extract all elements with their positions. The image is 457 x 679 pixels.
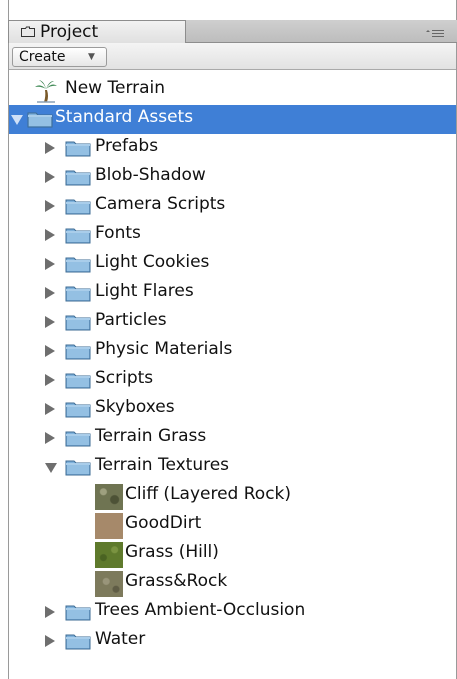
- texture-thumbnail-icon: [95, 513, 123, 539]
- tree-item-label: Light Cookies: [95, 252, 210, 272]
- folder-icon: [21, 26, 35, 37]
- texture-thumbnail-icon: [95, 542, 123, 568]
- folder-icon: [65, 313, 91, 331]
- folder-row[interactable]: Trees Ambient-Occlusion: [9, 598, 456, 627]
- collapsed-arrow-icon[interactable]: [45, 200, 55, 212]
- tree-item-label: Grass&Rock: [125, 571, 228, 591]
- folder-icon: [65, 400, 91, 418]
- chevron-down-icon: ▼: [88, 52, 95, 62]
- folder-row[interactable]: Standard Assets: [9, 105, 456, 134]
- folder-row[interactable]: Skyboxes: [9, 395, 456, 424]
- asset-row[interactable]: Cliff (Layered Rock): [9, 482, 456, 511]
- tree-item-label: Cliff (Layered Rock): [125, 484, 292, 504]
- expanded-arrow-icon[interactable]: [45, 463, 57, 473]
- folder-icon: [65, 284, 91, 302]
- create-button-label: Create: [19, 49, 66, 65]
- tree-item-label: Blob-Shadow: [95, 165, 206, 185]
- tree-item-label: Physic Materials: [95, 339, 233, 359]
- tree-item-label: Prefabs: [95, 136, 159, 156]
- tree-item-label: Terrain Textures: [95, 455, 230, 475]
- folder-icon: [65, 255, 91, 273]
- tree-item-label: Fonts: [95, 223, 141, 243]
- folder-icon: [27, 110, 53, 128]
- tree-item-label: Camera Scripts: [95, 194, 226, 214]
- asset-row[interactable]: Grass&Rock: [9, 569, 456, 598]
- texture-thumbnail-icon: [95, 484, 123, 510]
- folder-row[interactable]: Blob-Shadow: [9, 163, 456, 192]
- collapsed-arrow-icon[interactable]: [45, 374, 55, 386]
- tree-item-label: Scripts: [95, 368, 154, 388]
- tree-item-label: Standard Assets: [55, 107, 194, 127]
- collapsed-arrow-icon[interactable]: [45, 171, 55, 183]
- tree-item-label: New Terrain: [65, 78, 166, 98]
- folder-row[interactable]: Particles: [9, 308, 456, 337]
- folder-row[interactable]: Water: [9, 627, 456, 656]
- panel-menu-icon[interactable]: [426, 29, 444, 37]
- tree-item-label: GoodDirt: [125, 513, 202, 533]
- folder-row[interactable]: Terrain Textures: [9, 453, 456, 482]
- folder-icon: [65, 226, 91, 244]
- asset-row[interactable]: Grass (Hill): [9, 540, 456, 569]
- folder-icon: [65, 429, 91, 447]
- collapsed-arrow-icon[interactable]: [45, 142, 55, 154]
- tree-item-label: Water: [95, 629, 146, 649]
- tree-item-label: Grass (Hill): [125, 542, 219, 562]
- collapsed-arrow-icon[interactable]: [45, 432, 55, 444]
- folder-icon: [65, 632, 91, 650]
- tab-label: Project: [40, 22, 99, 42]
- tree-item-label: Skyboxes: [95, 397, 175, 417]
- folder-row[interactable]: Light Flares: [9, 279, 456, 308]
- collapsed-arrow-icon[interactable]: [45, 345, 55, 357]
- folder-row[interactable]: Camera Scripts: [9, 192, 456, 221]
- folder-row[interactable]: Physic Materials: [9, 337, 456, 366]
- folder-icon: [65, 371, 91, 389]
- collapsed-arrow-icon[interactable]: [45, 606, 55, 618]
- folder-row[interactable]: Terrain Grass: [9, 424, 456, 453]
- collapsed-arrow-icon[interactable]: [45, 635, 55, 647]
- folder-icon: [65, 603, 91, 621]
- collapsed-arrow-icon[interactable]: [45, 316, 55, 328]
- collapsed-arrow-icon[interactable]: [45, 229, 55, 241]
- texture-thumbnail-icon: [95, 571, 123, 597]
- create-button[interactable]: Create ▼: [12, 47, 107, 67]
- tree-item-label: Terrain Grass: [95, 426, 207, 446]
- tree-item-label: Light Flares: [95, 281, 194, 301]
- project-panel: Project Create ▼ New Terrain Standard Ass…: [0, 0, 457, 679]
- collapsed-arrow-icon[interactable]: [45, 258, 55, 270]
- folder-icon: [65, 197, 91, 215]
- palm-tree-icon: [34, 79, 60, 103]
- collapsed-arrow-icon[interactable]: [45, 287, 55, 299]
- folder-row[interactable]: Fonts: [9, 221, 456, 250]
- folder-icon: [65, 168, 91, 186]
- folder-row[interactable]: Scripts: [9, 366, 456, 395]
- folder-row[interactable]: Light Cookies: [9, 250, 456, 279]
- folder-icon: [65, 458, 91, 476]
- tree-item-label: Particles: [95, 310, 167, 330]
- folder-icon: [65, 139, 91, 157]
- asset-row[interactable]: New Terrain: [9, 76, 456, 105]
- tab-project[interactable]: Project: [8, 20, 186, 43]
- folder-icon: [65, 342, 91, 360]
- tree-item-label: Trees Ambient-Occlusion: [95, 600, 306, 620]
- folder-row[interactable]: Prefabs: [9, 134, 456, 163]
- collapsed-arrow-icon[interactable]: [45, 403, 55, 415]
- asset-row[interactable]: GoodDirt: [9, 511, 456, 540]
- expanded-arrow-icon[interactable]: [11, 115, 23, 125]
